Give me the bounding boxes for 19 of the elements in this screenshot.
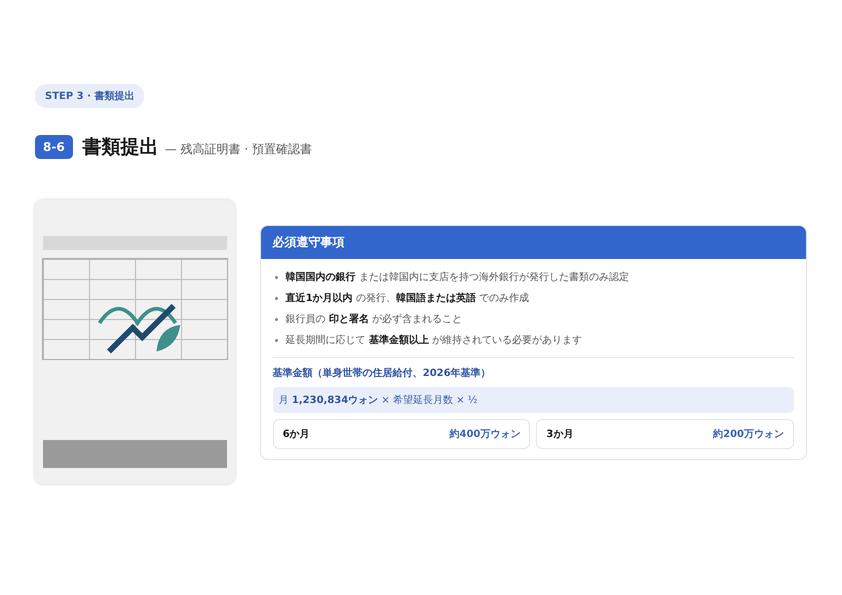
section-title: 書類提出 xyxy=(82,135,159,160)
bullet-icon xyxy=(274,296,278,300)
rule-text: 銀行員の 印と署名 が必ず含まれること xyxy=(286,312,462,326)
section-number: 8-6 xyxy=(35,135,73,159)
period-label: 3か月 xyxy=(546,428,574,440)
section-subtitle: — 残高証明書 · 預置確認書 xyxy=(164,140,312,158)
notice-title: 必須遵守事項 xyxy=(260,226,806,258)
step-badge: STEP 3 · 書類提出 xyxy=(35,84,144,108)
amount-value: 約200万ウォン xyxy=(713,428,784,440)
criteria-title: 基準金額（単身世帯の住居給付、2026年基準） xyxy=(272,366,492,380)
formula: 月 1,230,834ウォン × 希望延長月数 × ½ xyxy=(272,386,794,412)
period-label: 6か月 xyxy=(282,428,310,440)
rule-text: 延長期間に応じて 基準金額以上 が維持されている必要があります xyxy=(286,334,582,347)
bullet-icon xyxy=(274,318,278,320)
bullet-icon xyxy=(274,338,278,342)
rule-text: 直近1か月以内 の発行、韓国語または英語 でのみ作成 xyxy=(286,292,530,305)
bullet-icon xyxy=(274,276,278,278)
amount-value: 約400万ウォン xyxy=(450,428,520,440)
rule-text: 韓国国内の銀行 または韓国内に支店を持つ海外銀行が発行した書類のみ認定 xyxy=(286,270,629,284)
